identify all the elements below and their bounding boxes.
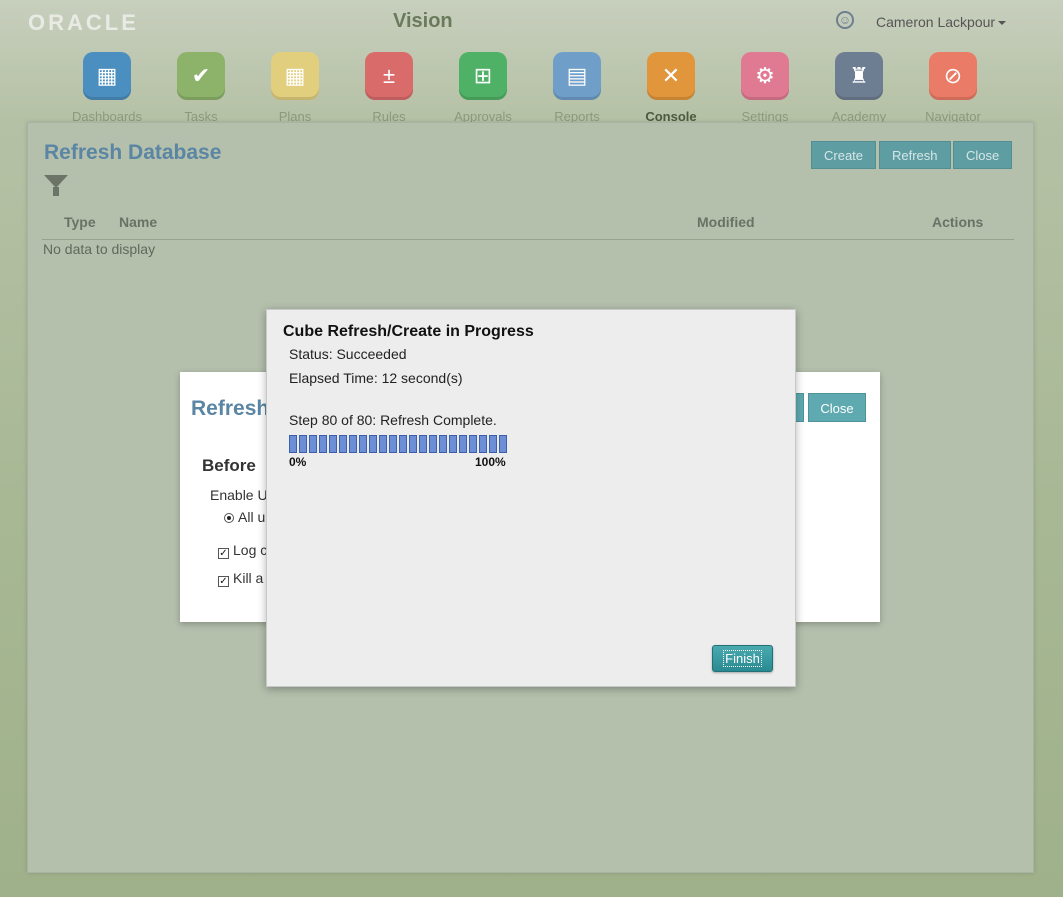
all-users-radio[interactable]: All u <box>224 509 265 525</box>
academy-icon: ♜ <box>835 52 883 100</box>
close-button[interactable]: Close <box>953 141 1013 169</box>
monitor-icon: ▦ <box>83 52 131 100</box>
progress-segment <box>329 435 337 453</box>
progress-segment <box>399 435 407 453</box>
gears-icon: ⚙ <box>741 52 789 100</box>
hierarchy-icon: ⊞ <box>459 52 507 100</box>
progress-segment <box>419 435 427 453</box>
nav-item-academy[interactable]: ♜ Academy <box>812 52 906 124</box>
report-icon: ▤ <box>553 52 601 100</box>
user-menu[interactable]: Cameron Lackpour <box>876 14 1007 30</box>
nav-item-settings[interactable]: ⚙ Settings <box>718 52 812 124</box>
page-title: Refresh Database <box>44 141 222 164</box>
column-header-name[interactable]: Name <box>119 214 157 230</box>
progress-segment <box>479 435 487 453</box>
progress-segment <box>489 435 497 453</box>
finish-label: Finish <box>723 650 762 667</box>
nav-item-navigator[interactable]: ⊘ Navigator <box>906 52 1000 124</box>
progress-segment <box>459 435 467 453</box>
header-divider <box>42 239 1014 240</box>
nav-item-tasks[interactable]: ✔ Tasks <box>154 52 248 124</box>
checkbox-checked-icon[interactable]: ✓ <box>218 548 229 559</box>
progress-segment <box>449 435 457 453</box>
create-button[interactable]: Create <box>811 141 877 169</box>
grid-icon: ▦ <box>271 52 319 100</box>
progress-segment <box>289 435 297 453</box>
status-text: Status: Succeeded <box>289 346 407 362</box>
nav-item-rules[interactable]: ± Rules <box>342 52 436 124</box>
nav-item-console[interactable]: ✕ Console <box>624 52 718 124</box>
progress-bar <box>289 435 508 453</box>
checkbox-checked-icon[interactable]: ✓ <box>218 576 229 587</box>
progress-segment <box>439 435 447 453</box>
progress-segment <box>379 435 387 453</box>
checkbox-label: Log c <box>233 542 268 558</box>
nav-item-reports[interactable]: ▤ Reports <box>530 52 624 124</box>
progress-max-label: 100% <box>475 455 506 469</box>
empty-message: No data to display <box>43 241 156 257</box>
calculator-icon: ± <box>365 52 413 100</box>
dialog-title: Cube Refresh/Create in Progress <box>283 323 534 340</box>
log-checkbox[interactable]: ✓ Log c <box>218 542 267 559</box>
nav-item-dashboards[interactable]: ▦ Dashboards <box>60 52 154 124</box>
progress-segment <box>309 435 317 453</box>
elapsed-time-text: Elapsed Time: 12 second(s) <box>289 370 463 386</box>
dialog-close-button[interactable]: Close <box>808 393 866 422</box>
enable-label: Enable U <box>210 487 268 503</box>
progress-segment <box>349 435 357 453</box>
compass-icon: ⊘ <box>929 52 977 100</box>
progress-segment <box>429 435 437 453</box>
column-header-modified[interactable]: Modified <box>697 214 755 230</box>
oracle-logo: ORACLE <box>28 10 139 35</box>
refresh-button[interactable]: Refresh <box>879 141 951 169</box>
app-title: Vision <box>393 10 453 32</box>
progress-segment <box>369 435 377 453</box>
caret-down-icon <box>998 21 1007 26</box>
progress-segment <box>499 435 507 453</box>
progress-segment <box>469 435 477 453</box>
radio-label: All u <box>238 509 266 525</box>
dialog-title: Refresh <box>191 397 270 420</box>
checkbox-label: Kill a <box>233 570 264 586</box>
column-header-type[interactable]: Type <box>64 214 96 230</box>
progress-dialog: Cube Refresh/Create in Progress Status: … <box>266 309 796 687</box>
tools-icon: ✕ <box>647 52 695 100</box>
progress-segment <box>299 435 307 453</box>
section-heading: Before <box>202 456 256 475</box>
accessibility-icon[interactable]: ☺ <box>836 11 854 29</box>
filter-icon[interactable] <box>44 175 68 196</box>
clipboard-check-icon: ✔ <box>177 52 225 100</box>
nav-item-plans[interactable]: ▦ Plans <box>248 52 342 124</box>
progress-segment <box>409 435 417 453</box>
progress-segment <box>339 435 347 453</box>
progress-segment <box>319 435 327 453</box>
radio-selected-icon[interactable] <box>224 513 234 523</box>
finish-button[interactable]: Finish <box>712 645 773 672</box>
kill-checkbox[interactable]: ✓ Kill a <box>218 570 263 587</box>
step-text: Step 80 of 80: Refresh Complete. <box>289 412 497 428</box>
progress-segment <box>359 435 367 453</box>
column-header-actions: Actions <box>932 214 984 230</box>
progress-segment <box>389 435 397 453</box>
user-name: Cameron Lackpour <box>876 14 996 30</box>
progress-min-label: 0% <box>289 455 307 469</box>
nav-item-approvals[interactable]: ⊞ Approvals <box>436 52 530 124</box>
